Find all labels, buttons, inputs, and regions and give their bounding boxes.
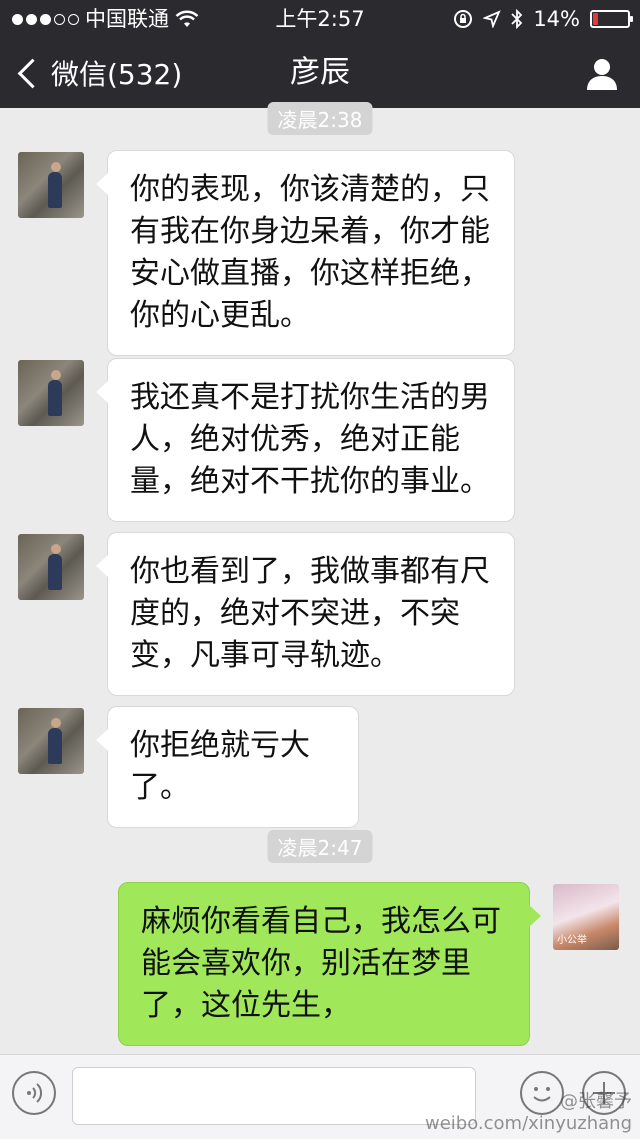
status-bar: 中国联通 上午2:57 14% xyxy=(0,0,640,38)
message-bubble[interactable]: 你拒绝就亏大了。 xyxy=(96,706,359,828)
bluetooth-icon xyxy=(511,9,523,29)
voice-button[interactable] xyxy=(12,1071,56,1115)
message-bubble[interactable]: 我还真不是打扰你生活的男人，绝对优秀，绝对正能量，绝对不干扰你的事业。 xyxy=(96,358,515,522)
nav-bar: 微信(532) 彦辰 xyxy=(0,38,640,108)
orientation-lock-icon xyxy=(454,10,473,28)
contact-avatar[interactable] xyxy=(18,534,84,600)
chat-title: 彦辰 xyxy=(290,55,350,90)
message-bubble[interactable]: 你的表现，你该清楚的，只有我在你身边呆着，你才能安心做直播，你这样拒绝，你的心更… xyxy=(96,150,515,356)
person-icon[interactable] xyxy=(584,56,620,92)
input-bar: @张馨予 weibo.com/xinyuzhang xyxy=(0,1054,640,1139)
status-right: 14% xyxy=(453,0,633,38)
timestamp: 凌晨2:47 xyxy=(267,830,373,863)
voice-icon xyxy=(27,1083,43,1103)
battery-percent: 14% xyxy=(533,7,580,31)
message-input[interactable] xyxy=(72,1067,476,1125)
message-bubble[interactable]: 你也看到了，我做事都有尺度的，绝对不突进，不突变，凡事可寻轨迹。 xyxy=(96,532,515,696)
watermark-url: weibo.com/xinyuzhang xyxy=(425,1113,632,1134)
contact-avatar[interactable] xyxy=(18,708,84,774)
watermark-handle: @张馨予 xyxy=(560,1091,632,1112)
battery-level xyxy=(593,13,598,25)
watermark: @张馨予 weibo.com/xinyuzhang xyxy=(425,1091,632,1135)
timestamp: 凌晨2:38 xyxy=(267,102,373,135)
self-avatar[interactable]: 小公举 xyxy=(553,884,619,950)
contact-avatar[interactable] xyxy=(18,360,84,426)
top-bar: 中国联通 上午2:57 14% 微信(532) 彦辰 xyxy=(0,0,640,108)
avatar-caption: 小公举 xyxy=(557,935,587,946)
contact-avatar[interactable] xyxy=(18,152,84,218)
battery-icon xyxy=(590,10,633,28)
message-bubble-self[interactable]: 麻烦你看看自己，我怎么可能会喜欢你，别活在梦里了，这位先生， xyxy=(118,882,541,1046)
location-icon xyxy=(483,10,502,28)
chat-area[interactable]: 凌晨2:38 你的表现，你该清楚的，只有我在你身边呆着，你才能安心做直播，你这样… xyxy=(0,102,640,1054)
